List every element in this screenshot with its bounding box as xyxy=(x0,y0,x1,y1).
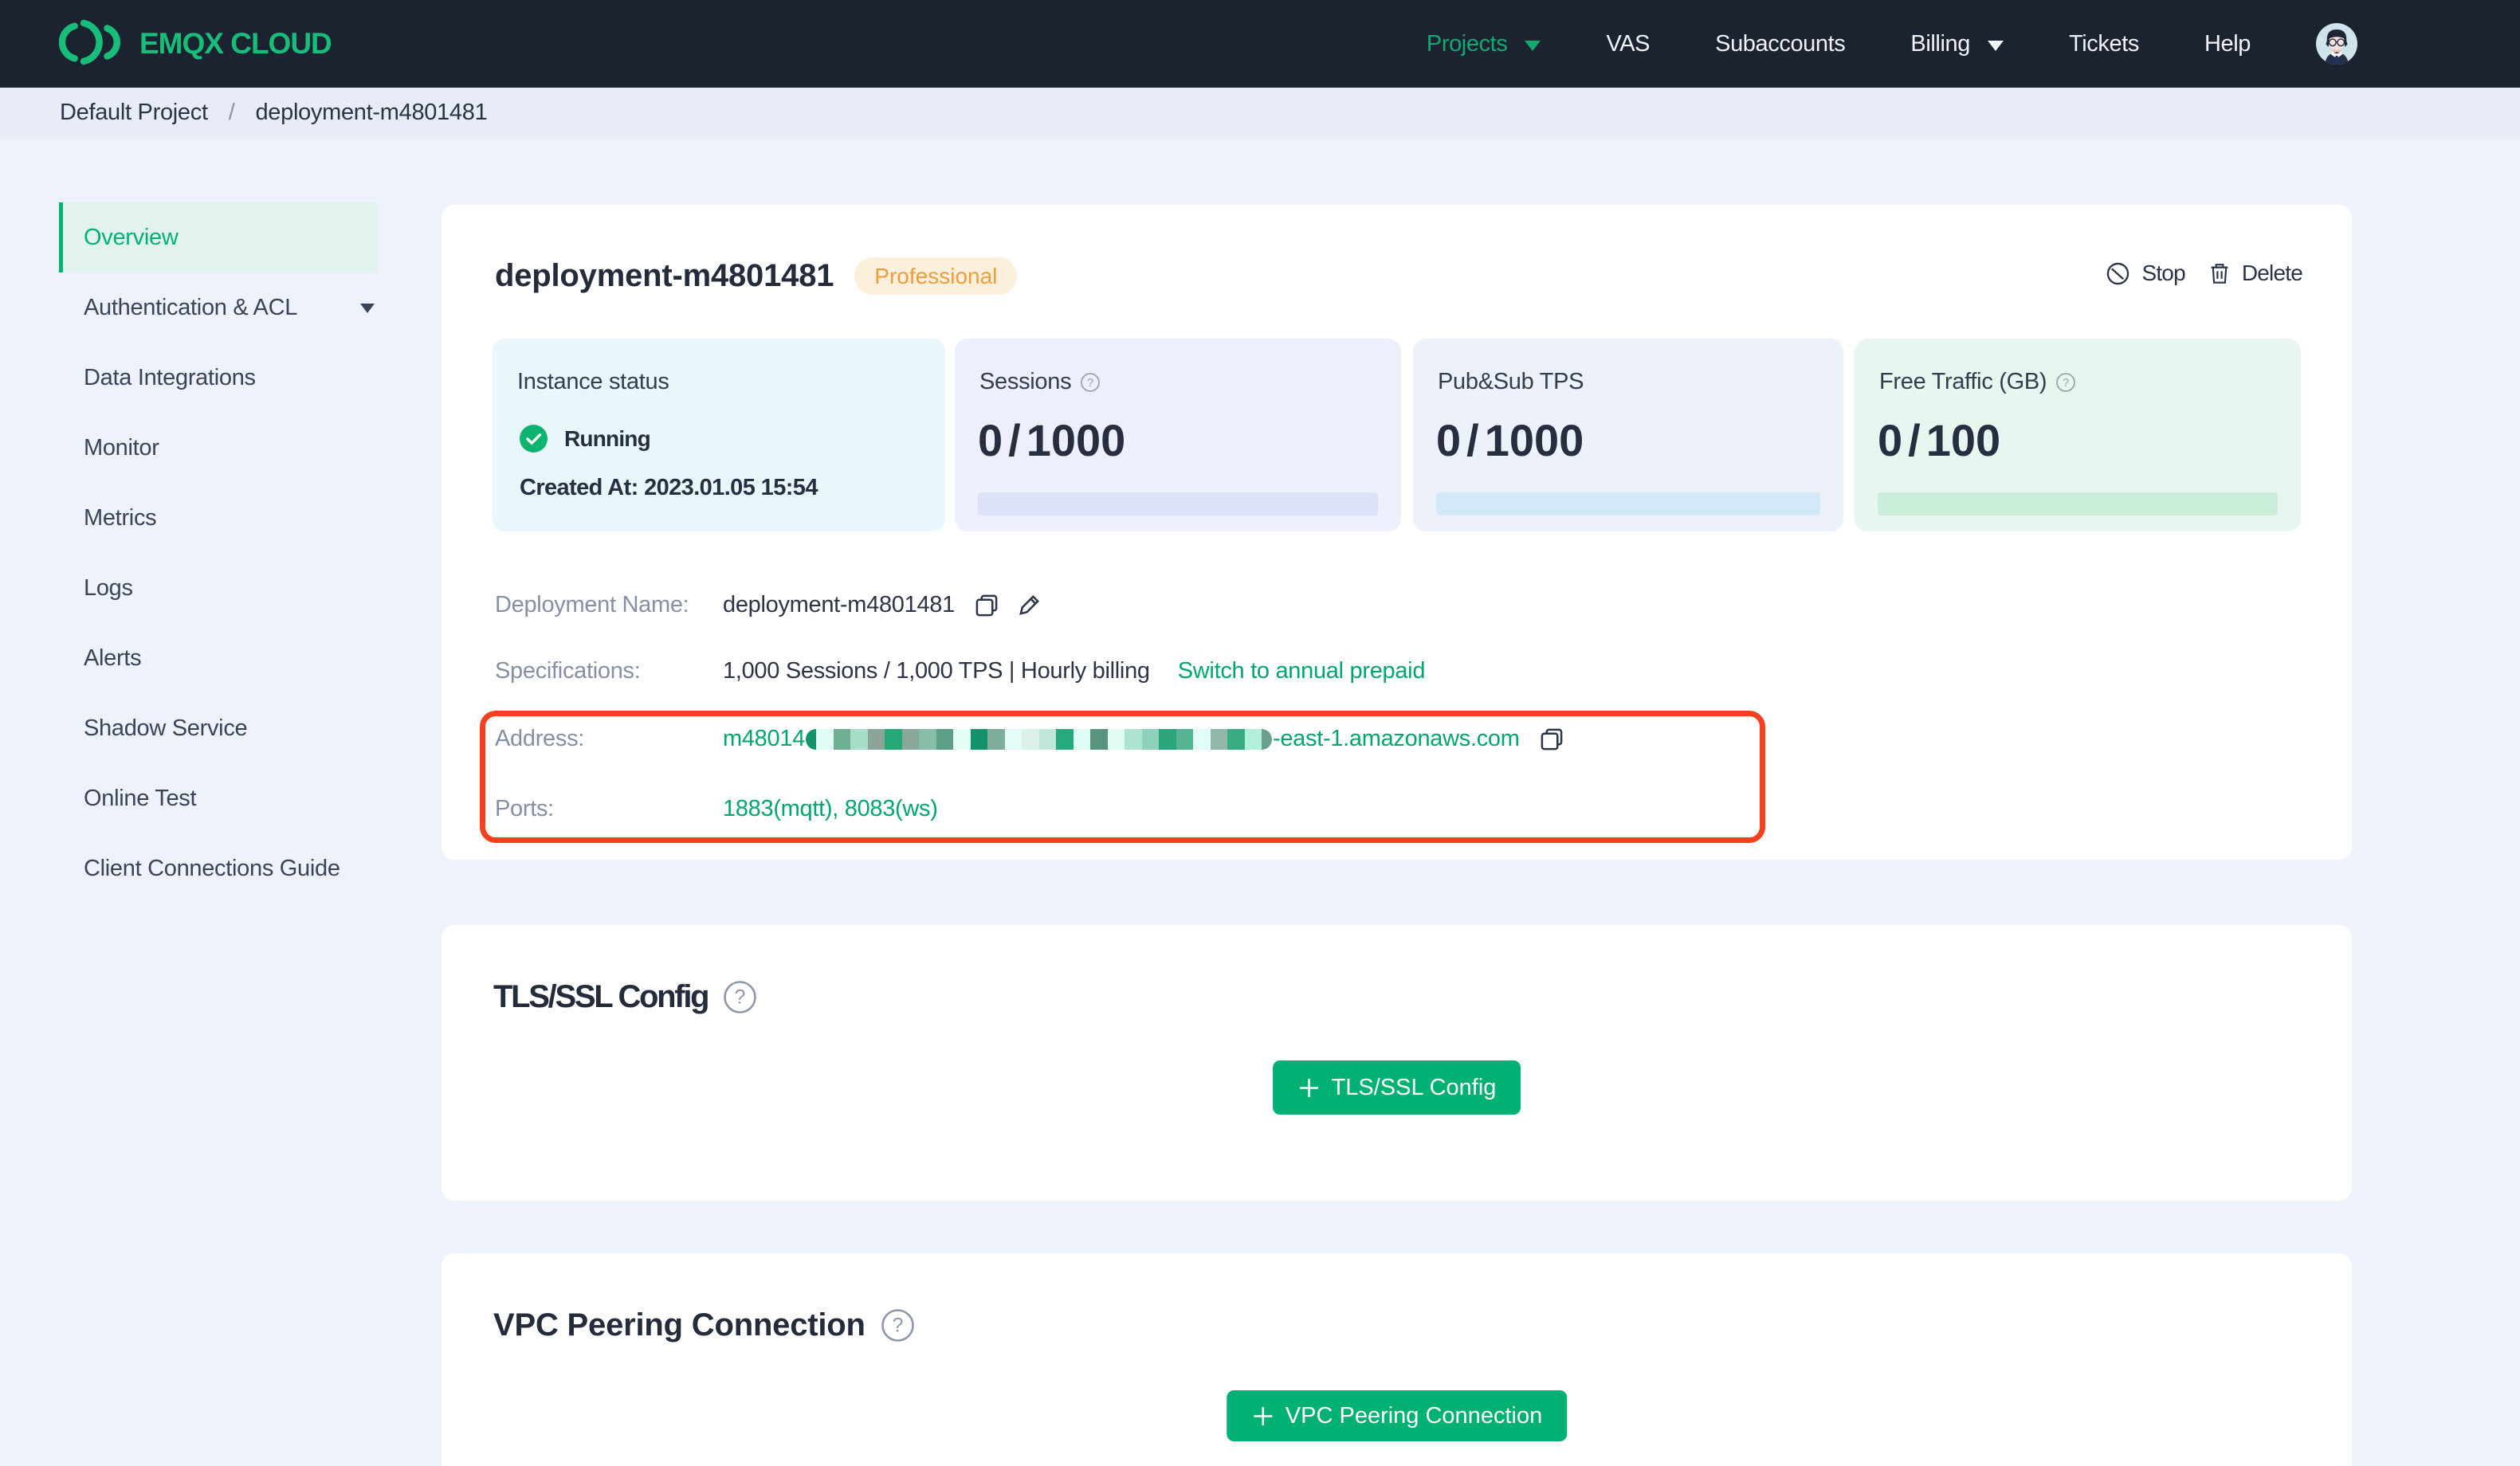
svg-text:?: ? xyxy=(892,1315,903,1337)
svg-text:?: ? xyxy=(2063,376,2069,390)
svg-text:?: ? xyxy=(735,986,746,1009)
svg-text:?: ? xyxy=(1087,376,1093,390)
